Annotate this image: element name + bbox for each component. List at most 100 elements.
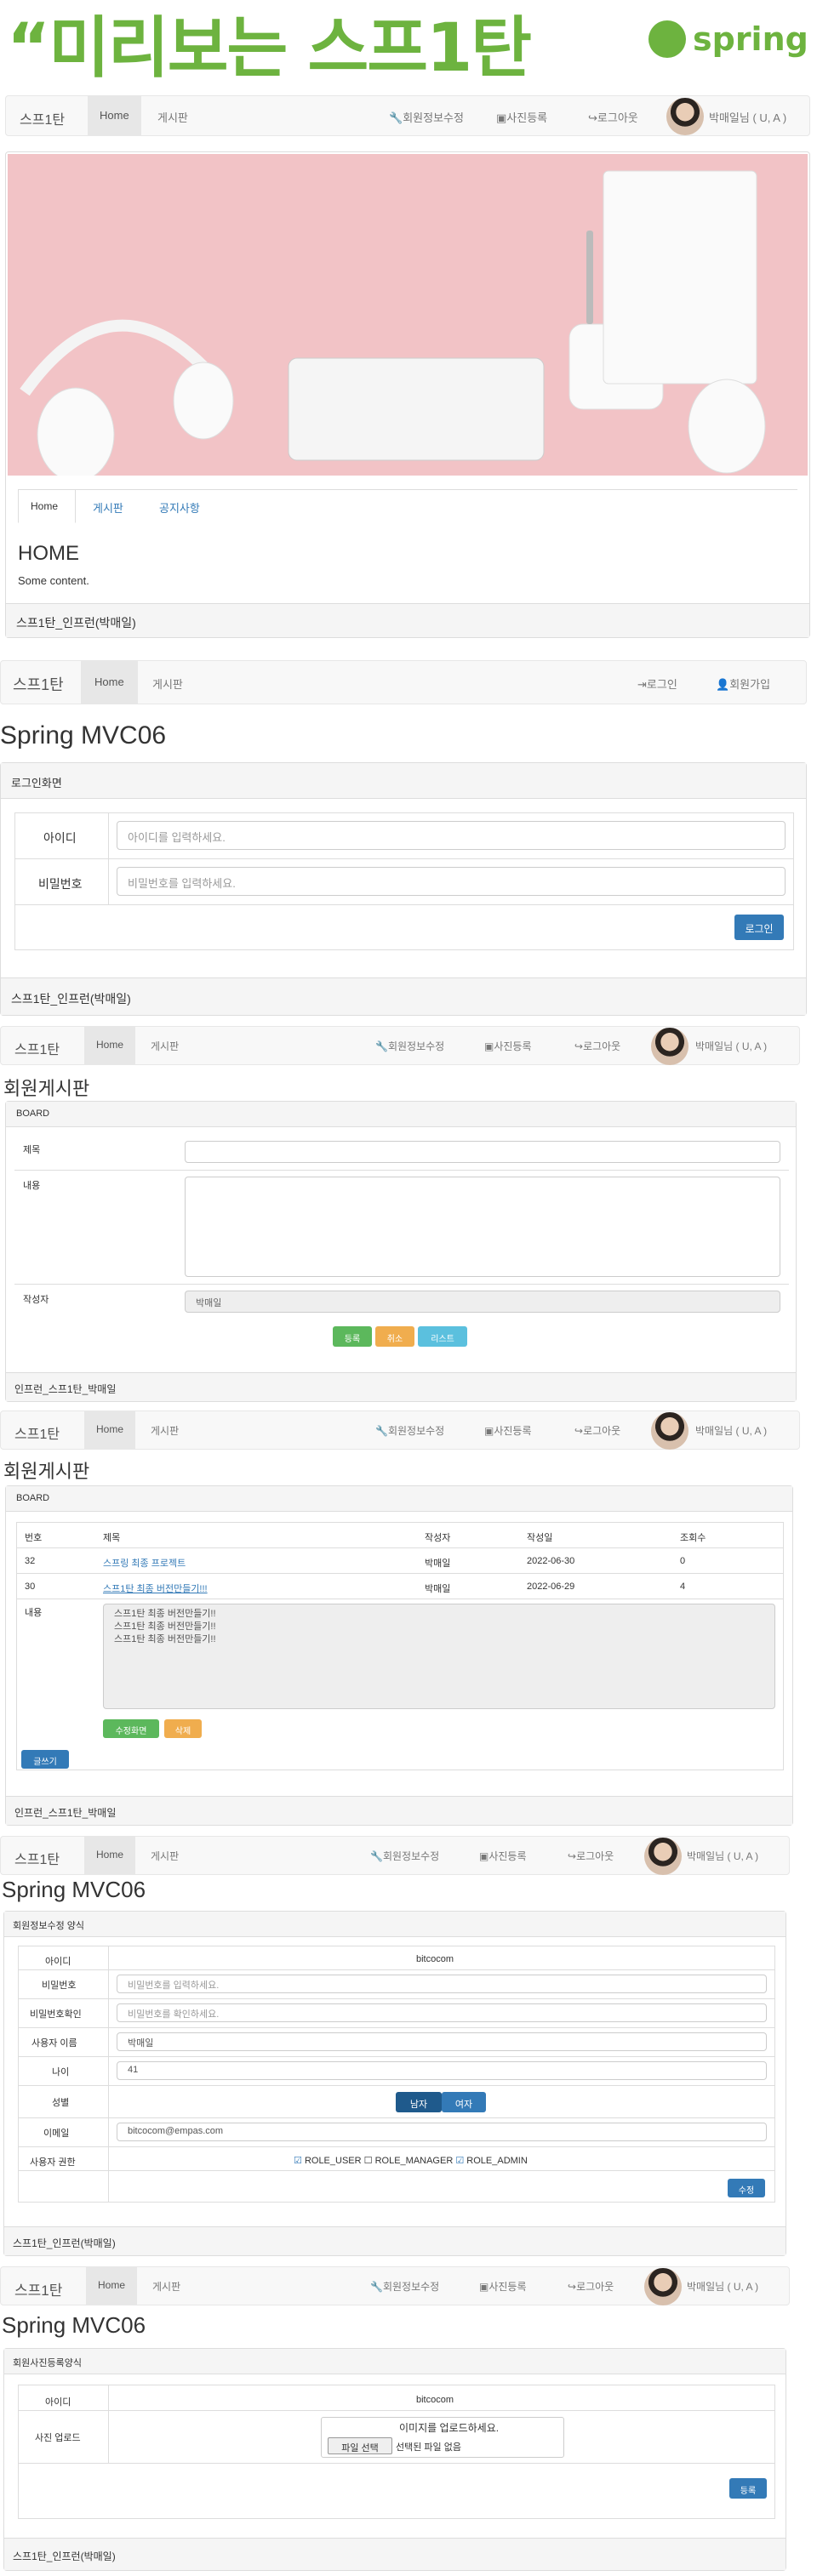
row-title-link[interactable]: 스프링 최종 프로젝트: [103, 1556, 186, 1570]
nav-modify[interactable]: 🔧회원정보수정: [370, 1849, 439, 1863]
nav-logout[interactable]: ↪로그아웃: [588, 109, 638, 125]
pw2-input[interactable]: 비밀번호를 확인하세요.: [117, 2003, 767, 2022]
email-input[interactable]: bitcocom@empas.com: [117, 2123, 767, 2141]
nav-join[interactable]: 👤회원가입: [716, 675, 770, 692]
navbar-brand[interactable]: 스프1탄: [14, 1422, 60, 1443]
role-checkboxes: ☑ ROLE_USER ☐ ROLE_MANAGER ☑ ROLE_ADMIN: [294, 2156, 528, 2166]
page-title: 회원게시판: [3, 1078, 90, 1099]
gender-male-button[interactable]: 남자: [396, 2092, 442, 2112]
nav-user: 박매일님 ( U, A ): [695, 1040, 768, 1052]
tab-notice[interactable]: 공지사항: [159, 499, 200, 516]
navbar-brand[interactable]: 스프1탄: [14, 1038, 60, 1058]
login-button[interactable]: 로그인: [734, 915, 784, 940]
nav-photo[interactable]: ▣사진등록: [496, 109, 547, 125]
nav-board[interactable]: 게시판: [157, 109, 188, 125]
pw-input[interactable]: 비밀번호를 입력하세요.: [117, 867, 786, 896]
navbar-brand[interactable]: 스프1탄: [20, 108, 65, 128]
col-header: 작성일: [527, 1533, 553, 1543]
nav-board[interactable]: 게시판: [151, 1423, 179, 1438]
picture-icon: ▣: [479, 2281, 489, 2293]
nav-photo[interactable]: ▣사진등록: [484, 1423, 532, 1438]
id-input[interactable]: 아이디를 입력하세요.: [117, 821, 786, 850]
nav-logout[interactable]: ↪로그아웃: [568, 1849, 614, 1863]
name-input[interactable]: 박매일: [117, 2032, 767, 2051]
id-value: bitcocom: [416, 1954, 454, 1964]
row-cell: 2022-06-29: [527, 1582, 575, 1592]
nav-modify[interactable]: 🔧회원정보수정: [375, 1039, 444, 1053]
nav-modify[interactable]: 🔧회원정보수정: [370, 2279, 439, 2294]
col-header: 조회수: [680, 1533, 706, 1543]
role-admin-checkbox[interactable]: ☑: [455, 2156, 464, 2166]
picture-icon: ▣: [479, 1850, 489, 1862]
wrench-icon: 🔧: [370, 1850, 383, 1862]
file-select-button[interactable]: 파일 선택: [328, 2437, 392, 2454]
nav-home[interactable]: Home: [88, 96, 141, 135]
logout-icon: ↪: [574, 1040, 584, 1052]
update-button[interactable]: 수정: [728, 2179, 765, 2197]
navbar-brand[interactable]: 스프1탄: [14, 2278, 62, 2300]
nav-modify[interactable]: 🔧회원정보수정: [375, 1423, 444, 1438]
nav-logout[interactable]: ↪로그아웃: [574, 1039, 620, 1053]
age-input[interactable]: 41: [117, 2061, 767, 2080]
page-title: Spring MVC06: [2, 1877, 146, 1902]
title-input[interactable]: [185, 1141, 780, 1163]
avatar: [651, 1028, 688, 1065]
panel-heading: BOARD: [6, 1486, 792, 1512]
wrench-icon: 🔧: [375, 1040, 388, 1052]
upload-message: 이미지를 업로드하세요.: [399, 2422, 500, 2434]
list-button[interactable]: 리스트: [418, 1326, 467, 1347]
nav-photo[interactable]: ▣사진등록: [479, 2279, 527, 2294]
navbar: 스프1탄 Home 게시판 🔧회원정보수정 ▣사진등록 ↪로그아웃 박매일님 (…: [0, 1026, 800, 1065]
navbar: 스프1탄 Home 게시판 ⇥로그인 👤회원가입: [0, 660, 807, 704]
role-manager-checkbox[interactable]: ☐: [364, 2156, 373, 2166]
cancel-button[interactable]: 취소: [375, 1326, 414, 1347]
pw2-label: 비밀번호확인: [30, 2009, 82, 2020]
nav-logout[interactable]: ↪로그아웃: [574, 1423, 620, 1438]
page-title: Spring MVC06: [2, 2312, 146, 2338]
nav-home[interactable]: Home: [81, 661, 138, 704]
row-cell: 0: [680, 1556, 686, 1566]
nav-photo[interactable]: ▣사진등록: [484, 1039, 532, 1053]
nav-home[interactable]: Home: [84, 1411, 136, 1449]
picture-icon: ▣: [484, 1040, 494, 1052]
login-icon: ⇥: [637, 678, 647, 691]
row-title-link[interactable]: 스프1탄 최종 버전만들기!!!: [103, 1582, 208, 1595]
nav-modify[interactable]: 🔧회원정보수정: [389, 109, 464, 125]
hero-banner: “미리보는 스프1탄 spring: [0, 0, 817, 87]
wrench-icon: 🔧: [389, 111, 403, 124]
nav-login[interactable]: ⇥로그인: [637, 675, 677, 692]
logout-icon: ↪: [568, 2281, 577, 2293]
nav-board[interactable]: 게시판: [152, 675, 183, 692]
nav-board[interactable]: 게시판: [152, 2279, 180, 2294]
content-textarea[interactable]: [185, 1177, 780, 1277]
write-button[interactable]: 글쓰기: [21, 1750, 69, 1769]
navbar-brand[interactable]: 스프1탄: [14, 1848, 60, 1868]
writer-input[interactable]: 박매일: [185, 1291, 780, 1313]
pw-input[interactable]: 비밀번호를 입력하세요.: [117, 1975, 767, 1993]
row-cell: 32: [25, 1556, 36, 1566]
spring-logo: spring: [645, 15, 815, 66]
nav-home[interactable]: Home: [86, 2267, 138, 2305]
nav-photo[interactable]: ▣사진등록: [479, 1849, 527, 1863]
gender-label: 성별: [52, 2098, 70, 2108]
panel-footer: 인프런_스프1탄_박매일: [6, 1796, 792, 1825]
register-button[interactable]: 등록: [729, 2478, 767, 2499]
pw-label: 비밀번호: [38, 877, 83, 891]
delete-button[interactable]: 삭제: [164, 1719, 202, 1738]
content-view[interactable]: 스프1탄 최종 버전만들기!! 스프1탄 최종 버전만들기!! 스프1탄 최종 버전…: [103, 1604, 775, 1709]
tab-board[interactable]: 게시판: [93, 499, 123, 516]
nav-board[interactable]: 게시판: [151, 1849, 179, 1863]
logo-text: spring: [693, 20, 808, 58]
role-user-checkbox[interactable]: ☑: [294, 2156, 302, 2166]
nav-home[interactable]: Home: [84, 1027, 136, 1064]
gender-female-button[interactable]: 여자: [442, 2092, 486, 2112]
edit-button[interactable]: 수정화면: [103, 1719, 159, 1738]
nav-board[interactable]: 게시판: [151, 1039, 179, 1053]
nav-user: 박매일님 ( U, A ): [687, 2281, 759, 2293]
logout-icon: ↪: [588, 111, 597, 124]
submit-button[interactable]: 등록: [333, 1326, 372, 1347]
navbar-brand[interactable]: 스프1탄: [13, 673, 64, 695]
tab-home[interactable]: Home: [18, 489, 76, 523]
nav-home[interactable]: Home: [84, 1837, 136, 1874]
nav-logout[interactable]: ↪로그아웃: [568, 2279, 614, 2294]
